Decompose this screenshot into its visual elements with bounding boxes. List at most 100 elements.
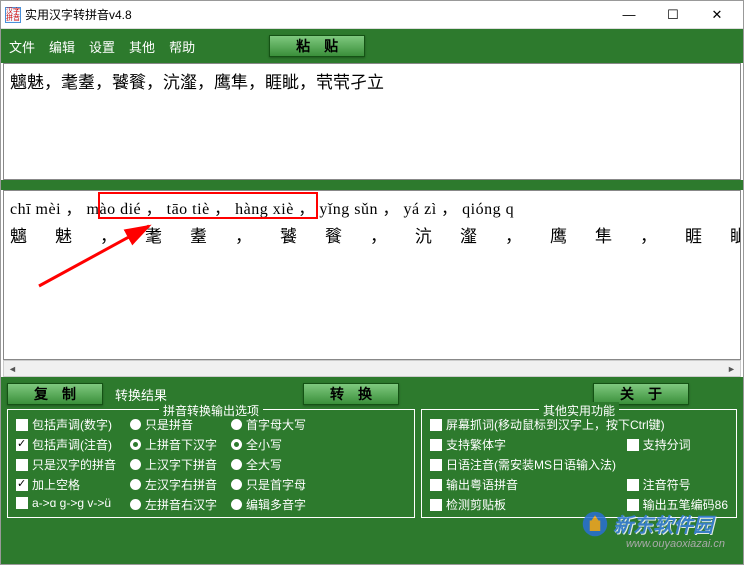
- copy-button[interactable]: 复制: [7, 383, 103, 405]
- option-label: 加上空格: [32, 476, 80, 493]
- option-fl1-4[interactable]: a->ɑ g->ɡ v->ü: [16, 496, 116, 510]
- menu-settings[interactable]: 设置: [89, 37, 115, 56]
- hanzi-char: 饕: [280, 227, 297, 246]
- input-text: 魑魅，耄耋，饕餮，沆瀣，鹰隼，睚眦，茕茕孑立: [10, 73, 384, 92]
- option-input[interactable]: [16, 479, 28, 491]
- menu-help[interactable]: 帮助: [169, 37, 195, 56]
- option-label: 上汉字下拼音: [145, 456, 217, 473]
- scroll-right-button[interactable]: ►: [723, 361, 740, 376]
- hanzi-char: ，: [505, 227, 522, 246]
- option-fl3-2[interactable]: 全大写: [231, 456, 306, 473]
- arrow-annotation: [34, 221, 174, 291]
- highlight-annotation: [98, 192, 318, 219]
- scroll-left-button[interactable]: ◄: [4, 361, 21, 376]
- hanzi-char: ，: [235, 227, 252, 246]
- output-pane[interactable]: chī mèi ， mào dié ， tāo tiè ， hàng xiè ，…: [3, 190, 741, 360]
- option-fl2-3[interactable]: 左汉字右拼音: [130, 476, 217, 493]
- option-input[interactable]: [231, 459, 242, 470]
- option-label: 包括声调(数字): [32, 416, 112, 433]
- option-input[interactable]: [627, 479, 639, 491]
- option-input[interactable]: [231, 479, 242, 490]
- option-label: 上拼音下汉字: [145, 436, 217, 453]
- hanzi-char: 耋: [190, 227, 207, 246]
- option-input[interactable]: [130, 439, 141, 450]
- control-panel: 复制 转换结果 转换 关于 拼音转换输出选项 包括声调(数字)包括声调(注音)只…: [1, 377, 743, 564]
- option-right-1-1[interactable]: 支持分词: [627, 436, 728, 453]
- input-textarea[interactable]: 魑魅，耄耋，饕餮，沆瀣，鹰隼，睚眦，茕茕孑立: [3, 63, 741, 180]
- menu-file[interactable]: 文件: [9, 37, 35, 56]
- app-icon: 汉字拼音: [5, 7, 21, 23]
- hanzi-char: 隼: [595, 227, 612, 246]
- option-label: 输出粤语拼音: [446, 476, 518, 493]
- menubar: 文件 编辑 设置 其他 帮助 粘贴: [1, 29, 743, 63]
- option-fl2-2[interactable]: 上汉字下拼音: [130, 456, 217, 473]
- option-fl1-3[interactable]: 加上空格: [16, 476, 116, 493]
- option-label: 左拼音右汉字: [145, 496, 217, 513]
- result-label: 转换结果: [115, 385, 167, 404]
- option-label: 日语注音(需安装MS日语输入法): [446, 456, 616, 473]
- option-label: 包括声调(注音): [32, 436, 112, 453]
- option-right-4-0[interactable]: 检测剪贴板: [430, 496, 613, 513]
- option-input[interactable]: [231, 499, 242, 510]
- option-label: 编辑多音字: [246, 496, 306, 513]
- option-input[interactable]: [430, 419, 442, 431]
- close-button[interactable]: ✕: [695, 3, 739, 27]
- option-label: a->ɑ g->ɡ v->ü: [32, 496, 111, 510]
- hanzi-char: 鹰: [550, 227, 567, 246]
- hanzi-char: 魑: [10, 227, 27, 246]
- scroll-track[interactable]: [21, 361, 723, 376]
- option-fl3-3[interactable]: 只是首字母: [231, 476, 306, 493]
- option-input[interactable]: [430, 479, 442, 491]
- maximize-button[interactable]: ☐: [651, 3, 695, 27]
- app-window: 汉字拼音 实用汉字转拼音v4.8 — ☐ ✕ 文件 编辑 设置 其他 帮助 粘贴…: [0, 0, 744, 565]
- option-label: 支持分词: [643, 436, 691, 453]
- option-label: 输出五笔编码86: [643, 496, 728, 513]
- option-fl1-0[interactable]: 包括声调(数字): [16, 416, 116, 433]
- option-input[interactable]: [430, 459, 442, 471]
- option-fl1-1[interactable]: 包括声调(注音): [16, 436, 116, 453]
- option-right-1-0[interactable]: 支持繁体字: [430, 436, 613, 453]
- option-right-4-1[interactable]: 输出五笔编码86: [627, 496, 728, 513]
- option-label: 注音符号: [643, 476, 691, 493]
- option-right-3-0[interactable]: 输出粤语拼音: [430, 476, 613, 493]
- paste-button[interactable]: 粘贴: [269, 35, 365, 57]
- option-input[interactable]: [16, 459, 28, 471]
- minimize-button[interactable]: —: [607, 3, 651, 27]
- menu-other[interactable]: 其他: [129, 37, 155, 56]
- option-fl3-4[interactable]: 编辑多音字: [231, 496, 306, 513]
- fieldset-legend-other: 其他实用功能: [539, 402, 619, 419]
- option-input[interactable]: [231, 439, 242, 450]
- option-fl3-1[interactable]: 全小写: [231, 436, 306, 453]
- option-input[interactable]: [130, 459, 141, 470]
- option-label: 全大写: [246, 456, 282, 473]
- horizontal-scrollbar[interactable]: ◄ ►: [3, 360, 741, 377]
- hanzi-char: 瀣: [460, 227, 477, 246]
- option-label: 全小写: [246, 436, 282, 453]
- option-label: 只是首字母: [246, 476, 306, 493]
- watermark-url: www.ouyaoxiazai.cn: [626, 538, 725, 550]
- splitter[interactable]: [1, 180, 743, 190]
- option-input[interactable]: [130, 479, 141, 490]
- convert-button[interactable]: 转换: [303, 383, 399, 405]
- option-input[interactable]: [231, 419, 242, 430]
- option-input[interactable]: [430, 499, 442, 511]
- option-input[interactable]: [430, 439, 442, 451]
- fieldset-other-functions: 其他实用功能 屏幕抓词(移动鼠标到汉字上，按下Ctrl键)支持繁体字支持分词日语…: [421, 409, 737, 518]
- window-title: 实用汉字转拼音v4.8: [25, 6, 607, 23]
- menu-edit[interactable]: 编辑: [49, 37, 75, 56]
- option-input[interactable]: [627, 499, 639, 511]
- option-right-2-0[interactable]: 日语注音(需安装MS日语输入法): [430, 456, 728, 473]
- option-input[interactable]: [16, 419, 28, 431]
- hanzi-char: 睚: [685, 227, 702, 246]
- option-input[interactable]: [16, 439, 28, 451]
- option-fl2-4[interactable]: 左拼音右汉字: [130, 496, 217, 513]
- fieldset-pinyin-options: 拼音转换输出选项 包括声调(数字)包括声调(注音)只是汉字的拼音加上空格a->ɑ…: [7, 409, 415, 518]
- option-fl2-1[interactable]: 上拼音下汉字: [130, 436, 217, 453]
- option-input[interactable]: [16, 497, 28, 509]
- option-right-3-1[interactable]: 注音符号: [627, 476, 728, 493]
- option-input[interactable]: [627, 439, 639, 451]
- option-input[interactable]: [130, 419, 141, 430]
- option-input[interactable]: [130, 499, 141, 510]
- option-fl1-2[interactable]: 只是汉字的拼音: [16, 456, 116, 473]
- option-label: 支持繁体字: [446, 436, 506, 453]
